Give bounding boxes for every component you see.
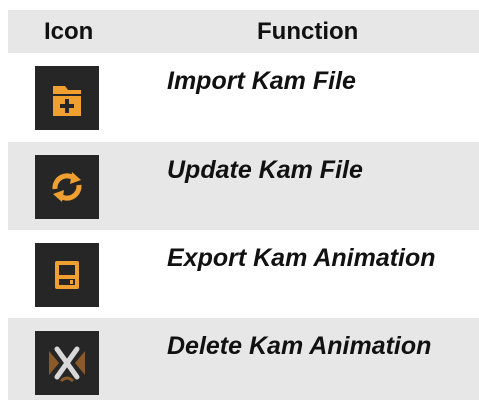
function-label: Export Kam Animation — [167, 244, 436, 272]
function-label: Import Kam File — [167, 67, 356, 95]
function-label: Delete Kam Animation — [167, 332, 432, 360]
icon-column-header: Icon — [44, 18, 94, 45]
refresh-icon — [35, 155, 99, 219]
folder-add-icon — [35, 66, 99, 130]
function-label: Update Kam File — [167, 156, 363, 184]
save-icon — [35, 243, 99, 307]
table-row: Import Kam File — [8, 53, 479, 142]
table-row: Export Kam Animation — [8, 230, 479, 318]
function-column-header: Function — [257, 18, 359, 45]
table-header: Icon Function — [8, 10, 479, 53]
delete-animation-icon — [35, 331, 99, 395]
table-row: Update Kam File — [8, 142, 479, 230]
table-row: Delete Kam Animation — [8, 318, 479, 400]
